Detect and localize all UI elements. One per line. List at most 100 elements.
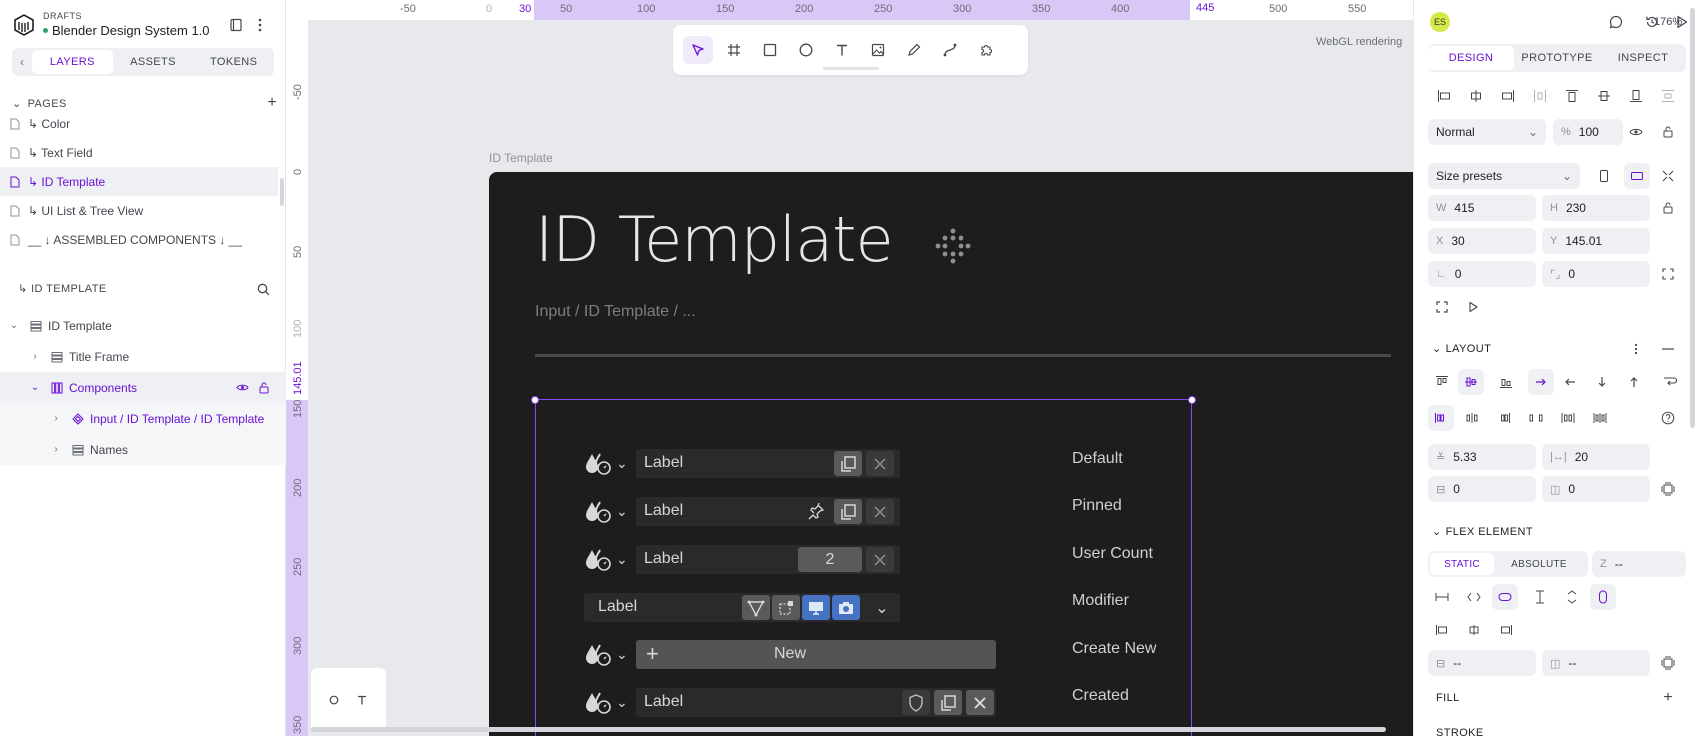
static-option[interactable]: STATIC [1430, 553, 1494, 575]
align-items-center-icon[interactable] [1458, 369, 1484, 395]
portrait-icon[interactable] [1594, 166, 1614, 186]
id-template-modifier[interactable]: Label ⌄ [584, 593, 900, 622]
auto-height-icon[interactable] [1562, 587, 1582, 607]
height-field[interactable]: H 230 [1542, 195, 1650, 221]
landscape-icon[interactable] [1624, 163, 1650, 189]
resize-handle[interactable] [531, 396, 539, 404]
arrow-right-icon[interactable] [1528, 369, 1554, 395]
close-icon[interactable] [866, 499, 894, 524]
justify-center-icon[interactable] [1462, 408, 1482, 428]
new-button[interactable] [636, 640, 996, 669]
align-h-center-icon[interactable] [1466, 86, 1486, 106]
more-vertical-icon[interactable] [1626, 339, 1646, 359]
page-item-color[interactable]: ↳ Color [0, 115, 278, 138]
space-evenly-icon[interactable] [1590, 408, 1610, 428]
horizontal-padding-field[interactable]: ◫ 0 [1542, 476, 1650, 502]
distribute-h-icon[interactable] [1530, 86, 1550, 106]
show-in-view-icon[interactable] [1463, 297, 1483, 317]
row-gap-field[interactable]: ≚ 5.33 [1428, 444, 1536, 470]
plugins-tool-icon[interactable] [971, 36, 1001, 64]
fix-height-icon[interactable] [1530, 587, 1550, 607]
edit-mode-icon[interactable] [742, 595, 770, 620]
layer-id-template[interactable]: ⌄ ID Template [0, 310, 286, 341]
align-left-icon[interactable] [1434, 86, 1454, 106]
arrow-down-icon[interactable] [1592, 372, 1612, 392]
tab-inspect[interactable]: INSPECT [1600, 46, 1686, 70]
chevron-right-icon[interactable]: › [50, 413, 62, 424]
tab-assets[interactable]: ASSETS [113, 50, 194, 74]
auto-width-icon[interactable] [1464, 587, 1484, 607]
chevron-down-icon[interactable]: ⌄ [29, 382, 41, 393]
arrow-up-icon[interactable] [1624, 372, 1644, 392]
tab-prototype[interactable]: PROTOTYPE [1514, 46, 1600, 70]
fill-width-icon[interactable] [1492, 584, 1518, 610]
board-tool-icon[interactable] [719, 36, 749, 64]
lock-ratio-icon[interactable] [1658, 198, 1678, 218]
page-item-text-field[interactable]: ↳ Text Field [0, 138, 278, 167]
right-panel-scrollbar[interactable] [1690, 8, 1695, 428]
id-template-created[interactable]: ⌄ Label [584, 688, 996, 717]
page-item-id-template[interactable]: ↳ ID Template [0, 167, 278, 196]
x-field[interactable]: X 30 [1428, 228, 1536, 254]
copy-icon[interactable] [934, 690, 962, 715]
independent-corners-icon[interactable] [1658, 264, 1678, 284]
copy-icon[interactable] [834, 451, 862, 476]
chevron-down-icon[interactable]: ⌄ [868, 595, 896, 620]
pin-icon[interactable] [802, 499, 830, 524]
justify-end-icon[interactable] [1494, 408, 1514, 428]
text-icon[interactable] [355, 693, 369, 707]
min-width-field[interactable]: ⊟ -- [1428, 650, 1536, 676]
tab-design[interactable]: DESIGN [1428, 46, 1514, 70]
comment-icon[interactable] [1608, 14, 1624, 30]
layer-names[interactable]: › Names [0, 434, 286, 465]
rectangle-tool-icon[interactable] [755, 36, 785, 64]
fix-width-icon[interactable] [1432, 587, 1452, 607]
id-template-user-count[interactable]: ⌄ Label 2 [584, 545, 900, 574]
monitor-icon[interactable] [802, 595, 830, 620]
project-title[interactable]: Blender Design System 1.0 [43, 23, 210, 38]
fit-icon[interactable] [1658, 166, 1678, 186]
search-icon[interactable] [255, 281, 271, 297]
image-tool-icon[interactable] [863, 36, 893, 64]
min-height-field[interactable]: ◫ -- [1542, 650, 1650, 676]
pencil-tool-icon[interactable] [899, 36, 929, 64]
eye-icon[interactable] [236, 383, 249, 392]
eye-icon[interactable] [1626, 122, 1646, 142]
ellipse-tool-icon[interactable] [791, 36, 821, 64]
datablock-dropdown[interactable]: ⌄ [584, 450, 634, 477]
cage-icon[interactable] [772, 595, 800, 620]
distribute-v-icon[interactable] [1658, 86, 1678, 106]
size-presets-select[interactable]: Size presets ⌄ [1428, 163, 1580, 189]
camera-icon[interactable] [832, 595, 860, 620]
rotation-field[interactable]: ∟ 0 [1428, 261, 1536, 287]
remove-layout-icon[interactable] [1658, 339, 1678, 359]
padding-options-icon[interactable] [1658, 479, 1678, 499]
id-template-default[interactable]: ⌄ Label [584, 449, 900, 478]
add-fill-icon[interactable]: + [1658, 688, 1678, 708]
align-items-start-icon[interactable] [1432, 372, 1452, 392]
opacity-field[interactable]: % 100 [1553, 119, 1623, 145]
play-icon[interactable] [1674, 14, 1690, 30]
pages-header[interactable]: ⌄ PAGES [12, 97, 67, 111]
space-between-icon[interactable] [1526, 408, 1546, 428]
justify-start-icon[interactable] [1428, 405, 1454, 431]
absolute-option[interactable]: ABSOLUTE [1494, 553, 1584, 575]
layer-title-frame[interactable]: › Title Frame [0, 341, 286, 372]
resize-handle[interactable] [1188, 396, 1196, 404]
id-template-pinned[interactable]: ⌄ Label [584, 497, 900, 526]
vertical-padding-field[interactable]: ⊟ 0 [1428, 476, 1536, 502]
unlock-icon[interactable] [259, 382, 269, 394]
shield-icon[interactable] [902, 690, 930, 715]
align-right-icon[interactable] [1498, 86, 1518, 106]
page-item-ui-list[interactable]: ↳ UI List & Tree View [0, 196, 278, 225]
avatar[interactable]: ES [1430, 12, 1450, 32]
stroke-section-title[interactable]: STROKE [1436, 727, 1484, 736]
layout-section-title[interactable]: ⌄ LAYOUT [1432, 342, 1491, 356]
layer-input-id-template[interactable]: › Input / ID Template / ID Template [0, 403, 286, 434]
chevron-right-icon[interactable]: › [29, 351, 41, 362]
more-vertical-icon[interactable] [252, 17, 268, 33]
path-tool-icon[interactable] [935, 36, 965, 64]
flex-element-section-title[interactable]: ⌄ FLEX ELEMENT [1432, 525, 1533, 539]
add-page-icon[interactable]: + [265, 94, 279, 111]
align-self-center-icon[interactable] [1464, 620, 1484, 640]
